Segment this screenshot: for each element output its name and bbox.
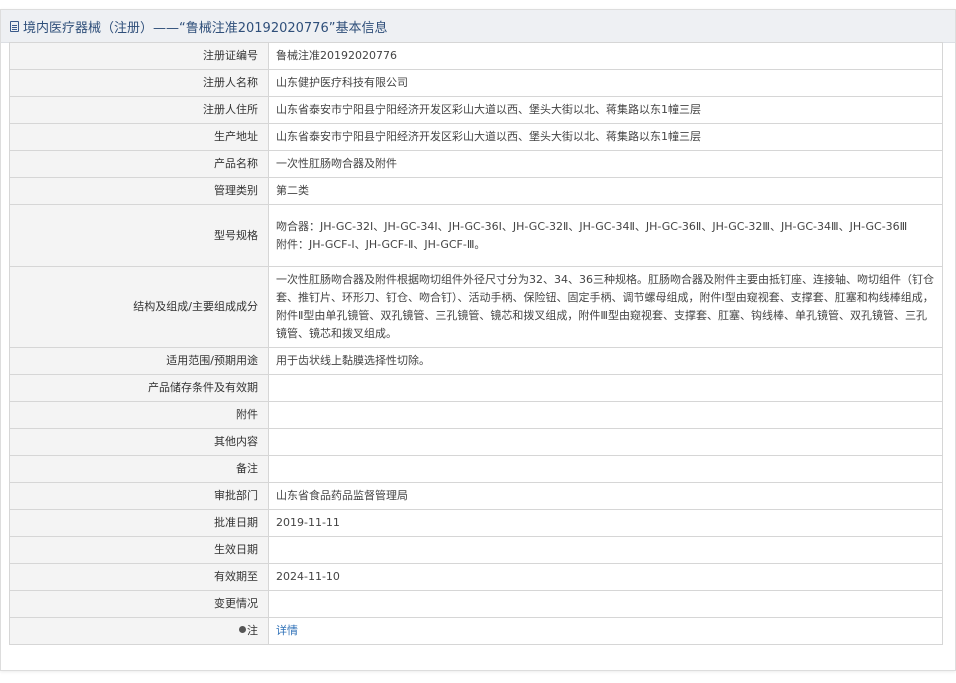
field-value: 2024-11-10 bbox=[268, 563, 943, 591]
note-label-cell: 注 bbox=[9, 617, 269, 645]
document-icon bbox=[10, 20, 19, 32]
table-row: 产品名称 一次性肛肠吻合器及附件 bbox=[9, 150, 943, 178]
table-row: 批准日期 2019-11-11 bbox=[9, 509, 943, 537]
table-row: 注册人名称 山东健护医疗科技有限公司 bbox=[9, 69, 943, 97]
field-value bbox=[268, 455, 943, 483]
field-label: 管理类别 bbox=[9, 177, 269, 205]
table-row: 审批部门 山东省食品药品监督管理局 bbox=[9, 482, 943, 510]
table-row: 其他内容 bbox=[9, 428, 943, 456]
table-row: 注册人住所 山东省泰安市宁阳县宁阳经济开发区彩山大道以西、堡头大街以北、蒋集路以… bbox=[9, 96, 943, 124]
model-spec-line: 吻合器：JH-GC-32Ⅰ、JH-GC-34Ⅰ、JH-GC-36Ⅰ、JH-GC-… bbox=[276, 219, 908, 233]
table-row: 适用范围/预期用途 用于齿状线上黏膜选择性切除。 bbox=[9, 347, 943, 375]
field-value: 山东省泰安市宁阳县宁阳经济开发区彩山大道以西、堡头大街以北、蒋集路以东1幢三层 bbox=[268, 96, 943, 124]
table-row: 型号规格 吻合器：JH-GC-32Ⅰ、JH-GC-34Ⅰ、JH-GC-36Ⅰ、J… bbox=[9, 204, 943, 267]
page-title: 境内医疗器械（注册）——“鲁械注准20192020776”基本信息 bbox=[23, 20, 388, 36]
field-label: 产品名称 bbox=[9, 150, 269, 178]
details-link[interactable]: 详情 bbox=[276, 624, 298, 637]
field-value: 2019-11-11 bbox=[268, 509, 943, 537]
field-value: 山东健护医疗科技有限公司 bbox=[268, 69, 943, 97]
field-label: 其他内容 bbox=[9, 428, 269, 456]
field-label: 审批部门 bbox=[9, 482, 269, 510]
field-value: 第二类 bbox=[268, 177, 943, 205]
field-value: 一次性肛肠吻合器及附件 bbox=[268, 150, 943, 178]
pin-icon bbox=[239, 626, 246, 633]
table-row: 产品储存条件及有效期 bbox=[9, 374, 943, 402]
field-value: 鲁械注准20192020776 bbox=[268, 42, 943, 70]
field-label: 生效日期 bbox=[9, 536, 269, 564]
field-label: 型号规格 bbox=[9, 204, 269, 267]
field-label: 结构及组成/主要组成成分 bbox=[9, 266, 269, 348]
field-value bbox=[268, 428, 943, 456]
table-row: 生效日期 bbox=[9, 536, 943, 564]
field-value bbox=[268, 536, 943, 564]
table-row: 有效期至 2024-11-10 bbox=[9, 563, 943, 591]
table-row: 管理类别 第二类 bbox=[9, 177, 943, 205]
field-label: 注册人住所 bbox=[9, 96, 269, 124]
table-row: 注册证编号 鲁械注准20192020776 bbox=[9, 42, 943, 70]
table-row: 附件 bbox=[9, 401, 943, 429]
field-value: 山东省泰安市宁阳县宁阳经济开发区彩山大道以西、堡头大街以北、蒋集路以东1幢三层 bbox=[268, 123, 943, 151]
field-label: 适用范围/预期用途 bbox=[9, 347, 269, 375]
field-label: 批准日期 bbox=[9, 509, 269, 537]
field-value bbox=[268, 590, 943, 618]
field-label: 备注 bbox=[9, 455, 269, 483]
field-value: 吻合器：JH-GC-32Ⅰ、JH-GC-34Ⅰ、JH-GC-36Ⅰ、JH-GC-… bbox=[268, 204, 943, 267]
field-label: 注 bbox=[247, 624, 258, 637]
table-row: 结构及组成/主要组成成分 一次性肛肠吻合器及附件根据吻切组件外径尺寸分为32、3… bbox=[9, 266, 943, 348]
model-spec-line: 附件：JH-GCF-Ⅰ、JH-GCF-Ⅱ、JH-GCF-Ⅲ。 bbox=[276, 237, 486, 251]
field-value: 用于齿状线上黏膜选择性切除。 bbox=[268, 347, 943, 375]
field-label: 注册证编号 bbox=[9, 42, 269, 70]
table-row: 变更情况 bbox=[9, 590, 943, 618]
field-value bbox=[268, 374, 943, 402]
field-label: 有效期至 bbox=[9, 563, 269, 591]
field-label: 生产地址 bbox=[9, 123, 269, 151]
field-value: 详情 bbox=[268, 617, 943, 645]
panel-header: 境内医疗器械（注册）——“鲁械注准20192020776”基本信息 bbox=[1, 10, 955, 43]
table-row: 注 详情 bbox=[9, 617, 943, 645]
field-value: 山东省食品药品监督管理局 bbox=[268, 482, 943, 510]
table-row: 备注 bbox=[9, 455, 943, 483]
field-label: 附件 bbox=[9, 401, 269, 429]
field-label: 变更情况 bbox=[9, 590, 269, 618]
field-value: 一次性肛肠吻合器及附件根据吻切组件外径尺寸分为32、34、36三种规格。肛肠吻合… bbox=[268, 266, 943, 348]
table-row: 生产地址 山东省泰安市宁阳县宁阳经济开发区彩山大道以西、堡头大街以北、蒋集路以东… bbox=[9, 123, 943, 151]
field-label: 产品储存条件及有效期 bbox=[9, 374, 269, 402]
field-label: 注册人名称 bbox=[9, 69, 269, 97]
info-table: 注册证编号 鲁械注准20192020776 注册人名称 山东健护医疗科技有限公司… bbox=[9, 42, 943, 645]
field-value bbox=[268, 401, 943, 429]
